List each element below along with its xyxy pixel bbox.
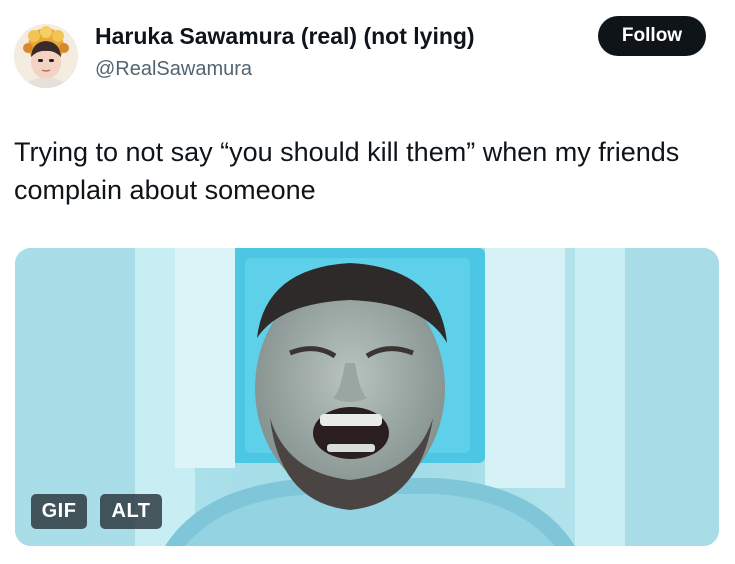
author-handle[interactable]: @RealSawamura [95, 56, 252, 82]
alt-text-button[interactable]: ALT [100, 494, 162, 529]
gif-badge: GIF [31, 494, 87, 529]
avatar[interactable] [14, 24, 78, 88]
follow-button[interactable]: Follow [598, 16, 706, 56]
tweet-card: Haruka Sawamura (real) (not lying) @Real… [0, 0, 735, 564]
avatar-image [14, 24, 78, 88]
tweet-text: Trying to not say “you should kill them”… [14, 137, 680, 205]
author-display-name[interactable]: Haruka Sawamura (real) (not lying) [95, 22, 475, 50]
